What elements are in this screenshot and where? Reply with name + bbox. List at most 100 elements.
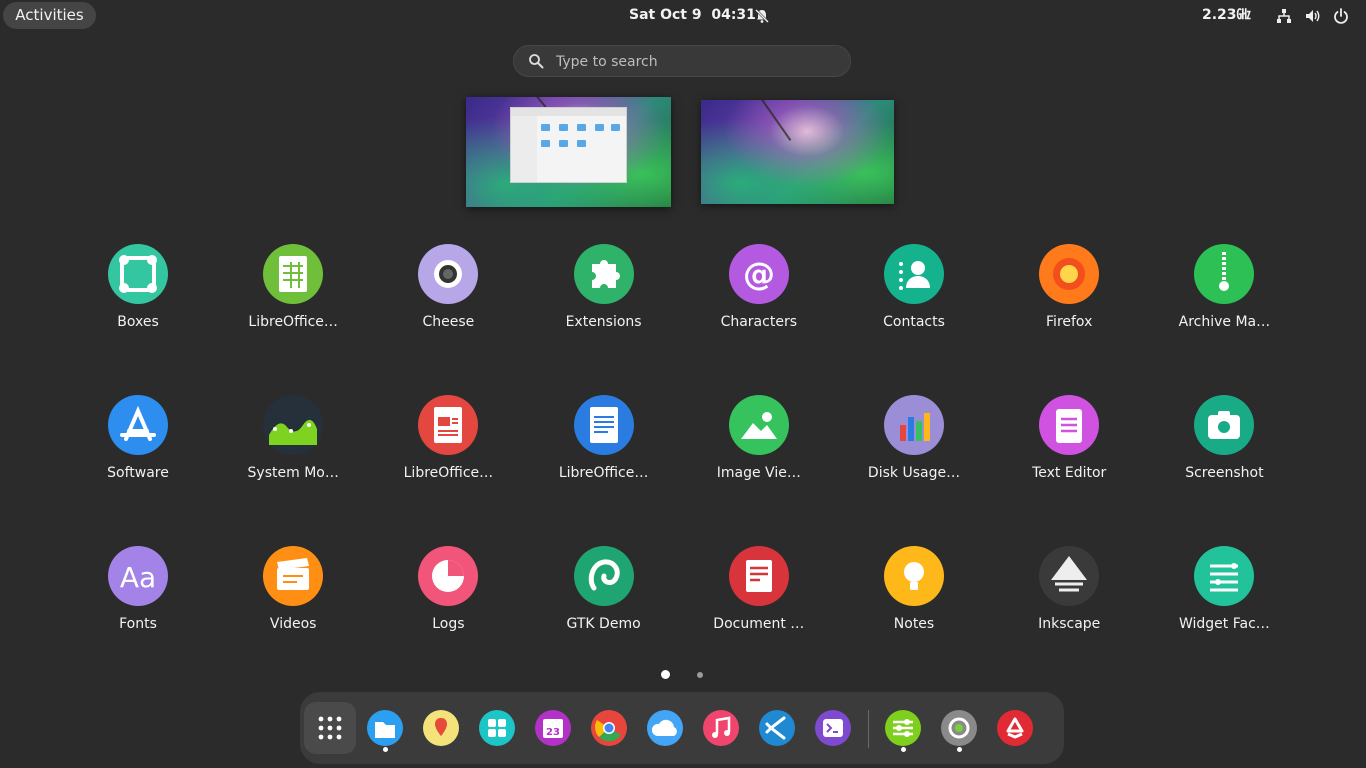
app-label: Logs [432, 616, 465, 632]
calculator-icon[interactable] [479, 710, 515, 746]
activities-button[interactable]: Activities [3, 2, 96, 29]
inkscape-icon [1039, 546, 1100, 606]
search-bar[interactable] [513, 45, 851, 77]
system-monitor-icon [263, 395, 324, 455]
app-disk-usage[interactable]: Disk Usage… [836, 395, 992, 495]
app-label: GTK Demo [566, 616, 641, 632]
chrome-icon[interactable] [591, 710, 627, 746]
libreoffice-calc-icon [263, 244, 324, 304]
calendar-icon[interactable]: 23 [535, 710, 571, 746]
app-contacts[interactable]: Contacts [836, 244, 992, 344]
extensions-icon [573, 244, 634, 304]
app-widget-factory[interactable]: Widget Fac… [1146, 546, 1302, 646]
trash-icon[interactable] [997, 710, 1033, 746]
image-viewer-icon [728, 395, 789, 455]
app-label: LibreOffice… [403, 465, 494, 481]
app-label: Image Vie… [716, 465, 801, 481]
app-label: Characters [720, 314, 797, 330]
app-label: Notes [893, 616, 935, 632]
running-indicator [901, 747, 906, 752]
app-boxes[interactable]: Boxes [60, 244, 216, 344]
search-input[interactable] [554, 50, 838, 74]
search-icon [529, 54, 544, 69]
app-label: Widget Fac… [1178, 616, 1270, 632]
app-document-scanner[interactable]: Document … [681, 546, 837, 646]
app-inkscape[interactable]: Inkscape [991, 546, 1147, 646]
software-icon [108, 395, 168, 455]
app-extensions[interactable]: Extensions [526, 244, 682, 344]
libreoffice-impress-icon [418, 395, 479, 455]
app-fonts[interactable]: Aa Fonts [60, 546, 216, 646]
app-software[interactable]: Software [60, 395, 216, 495]
app-notes[interactable]: Notes [836, 546, 992, 646]
dock-separator [868, 710, 869, 748]
running-indicator [383, 747, 388, 752]
network-icon[interactable] [1276, 8, 1292, 24]
page-indicator-1[interactable] [661, 670, 670, 679]
boxes-icon [108, 244, 168, 304]
app-label: Disk Usage… [867, 465, 961, 481]
app-label: Boxes [117, 314, 159, 330]
app-label: Videos [269, 616, 317, 632]
gtk-demo-icon [573, 546, 634, 606]
archive-manager-icon [1194, 244, 1255, 304]
dock: 23 [300, 692, 1064, 764]
videos-icon [263, 546, 324, 606]
app-label: Cheese [422, 314, 475, 330]
app-videos[interactable]: Videos [215, 546, 371, 646]
file-manager-window-thumbnail[interactable] [510, 107, 627, 183]
notifications-muted-icon[interactable] [754, 8, 770, 24]
show-apps-icon [318, 716, 342, 740]
disk-usage-icon [884, 395, 944, 455]
app-label: Fonts [119, 616, 157, 632]
app-system-monitor[interactable]: System Mo… [215, 395, 371, 495]
vscode-icon[interactable] [759, 710, 795, 746]
tweaks-icon[interactable] [885, 710, 921, 746]
app-libreoffice-impress[interactable]: LibreOffice… [370, 395, 526, 495]
app-label: Text Editor [1032, 465, 1107, 481]
page-indicator-2[interactable] [697, 672, 703, 678]
power-icon[interactable] [1333, 8, 1349, 24]
screen-recorder-icon[interactable] [941, 710, 977, 746]
cpu-frequency[interactable]: 2.23㎓ [1202, 0, 1251, 31]
app-libreoffice-writer[interactable]: LibreOffice… [526, 395, 682, 495]
app-label: Document … [713, 616, 805, 632]
workspace-thumbnail-2[interactable] [701, 100, 894, 204]
firefox-icon [1039, 244, 1100, 304]
widget-factory-icon [1194, 546, 1255, 606]
volume-icon[interactable] [1305, 8, 1321, 24]
weather-icon[interactable] [647, 710, 683, 746]
document-scanner-icon [728, 546, 789, 606]
clock[interactable]: Sat Oct 9 04:31 [629, 0, 756, 31]
workspace-thumbnail-1[interactable] [466, 97, 671, 207]
app-label: Software [107, 465, 169, 481]
svg-text:@: @ [743, 255, 775, 293]
app-cheese[interactable]: Cheese [370, 244, 526, 344]
app-firefox[interactable]: Firefox [991, 244, 1147, 344]
app-logs[interactable]: Logs [370, 546, 526, 646]
screenshot-icon [1194, 395, 1255, 455]
app-label: Contacts [883, 314, 945, 330]
logs-icon [418, 546, 479, 606]
maps-icon[interactable] [423, 710, 459, 746]
app-label: Inkscape [1038, 616, 1101, 632]
app-gtk-demo[interactable]: GTK Demo [526, 546, 682, 646]
app-characters[interactable]: @ Characters [681, 244, 837, 344]
music-icon[interactable] [703, 710, 739, 746]
app-libreoffice-calc[interactable]: LibreOffice… [215, 244, 371, 344]
app-archive-manager[interactable]: Archive Ma… [1146, 244, 1302, 344]
svg-text:Aa: Aa [120, 561, 156, 594]
libreoffice-writer-icon [573, 395, 634, 455]
svg-text:23: 23 [546, 727, 560, 738]
terminal-icon[interactable] [815, 710, 851, 746]
text-editor-icon [1039, 395, 1100, 455]
app-label: LibreOffice… [248, 314, 338, 330]
app-image-viewer[interactable]: Image Vie… [681, 395, 837, 495]
notes-icon [884, 546, 944, 606]
app-screenshot[interactable]: Screenshot [1146, 395, 1302, 495]
running-indicator [957, 747, 962, 752]
app-label: Screenshot [1185, 465, 1264, 481]
files-icon[interactable] [367, 710, 403, 746]
show-apps-button[interactable] [304, 702, 356, 754]
app-text-editor[interactable]: Text Editor [991, 395, 1147, 495]
